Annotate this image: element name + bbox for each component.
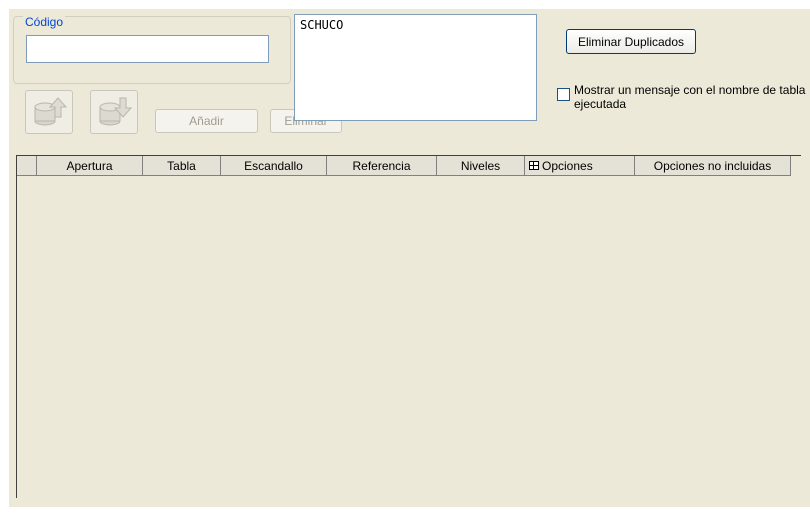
column-header-opciones-label: Opciones <box>542 158 593 173</box>
codigo-input[interactable] <box>26 35 269 63</box>
column-header-opciones[interactable]: Opciones <box>525 156 635 176</box>
codes-listbox[interactable]: SCHUCO <box>294 14 537 121</box>
show-message-checkbox[interactable] <box>557 88 570 101</box>
results-grid[interactable]: Apertura Tabla Escandallo Referencia Niv… <box>16 155 801 498</box>
grid-header: Apertura Tabla Escandallo Referencia Niv… <box>17 156 791 176</box>
table-icon <box>529 161 539 170</box>
column-header-selector[interactable] <box>17 156 37 176</box>
list-item[interactable]: SCHUCO <box>300 18 531 32</box>
codigo-legend: Código <box>23 15 66 29</box>
column-header-referencia[interactable]: Referencia <box>327 156 437 176</box>
move-up-button[interactable] <box>25 90 73 134</box>
column-header-niveles[interactable]: Niveles <box>437 156 525 176</box>
column-header-tabla[interactable]: Tabla <box>143 156 221 176</box>
move-down-icon <box>99 97 132 126</box>
move-up-icon <box>34 97 67 126</box>
column-header-opciones-no-incluidas[interactable]: Opciones no incluidas <box>635 156 791 176</box>
column-header-escandallo[interactable]: Escandallo <box>221 156 327 176</box>
show-message-label: Mostrar un mensaje con el nombre de tabl… <box>574 83 806 111</box>
column-header-apertura[interactable]: Apertura <box>37 156 143 176</box>
add-button[interactable]: Añadir <box>155 109 258 133</box>
remove-duplicates-button[interactable]: Eliminar Duplicados <box>566 29 696 54</box>
show-message-option[interactable]: Mostrar un mensaje con el nombre de tabl… <box>557 83 807 111</box>
move-down-button[interactable] <box>90 90 138 134</box>
